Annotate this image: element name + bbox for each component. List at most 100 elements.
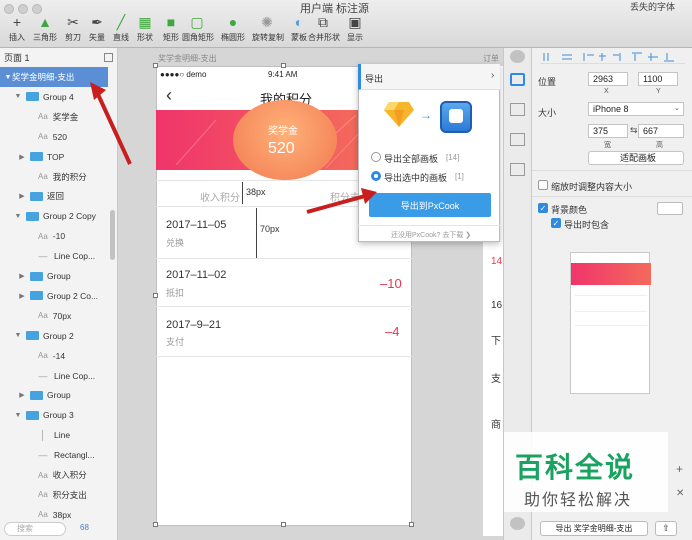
layer-row[interactable]: Aa -10 — [0, 226, 108, 246]
resize-handle-bc[interactable] — [281, 522, 286, 527]
arrow-right-icon: → — [420, 108, 432, 122]
radio-export-selected[interactable] — [371, 171, 381, 181]
remove-icon[interactable]: ✕ — [676, 488, 684, 499]
layers-scrollbar[interactable] — [110, 210, 115, 260]
device-select[interactable]: iPhone 8 — [588, 102, 684, 116]
collapse-triangle-icon[interactable]: ▼ — [14, 412, 22, 419]
measure-70px: 70px — [260, 224, 280, 234]
collapse-triangle-icon[interactable]: ▼ — [14, 332, 22, 339]
lock-ratio-icon[interactable]: ⇆ — [630, 125, 638, 136]
artboard-preview — [570, 252, 651, 394]
collapse-triangle-icon[interactable]: ▼ — [4, 74, 12, 81]
layer-row[interactable]: ▶ Group — [0, 385, 108, 405]
expand-triangle-icon[interactable]: ▶ — [18, 153, 26, 161]
chevron-right-icon[interactable]: › — [491, 70, 494, 81]
radio-export-selected-label[interactable]: 导出选中的画板 — [384, 171, 447, 184]
resize-handle-br[interactable] — [409, 522, 414, 527]
info-icon[interactable] — [510, 517, 525, 530]
expand-triangle-icon[interactable]: ▶ — [18, 192, 26, 200]
missing-fonts-warning[interactable]: 丢失的字体 — [630, 0, 675, 13]
symbols-panel-icon[interactable] — [510, 133, 525, 146]
properties-panel-icon[interactable] — [510, 103, 525, 116]
folder-icon — [26, 331, 39, 341]
y-input[interactable]: 1100 — [638, 72, 678, 86]
pxcook-icon — [440, 101, 472, 133]
device-dropdown-chevron-icon[interactable]: ⌄ — [674, 104, 680, 112]
include-export-checkbox[interactable]: ✓ — [551, 218, 561, 228]
width-input[interactable]: 375 — [588, 124, 628, 138]
collapse-triangle-icon[interactable]: ▼ — [14, 93, 22, 100]
toolbar-label: 插入 — [9, 33, 25, 42]
download-pxcook-link[interactable]: 还没用PxCook? 去下载 ❯ — [391, 230, 471, 240]
layer-row[interactable]: ▶ Group — [0, 266, 108, 286]
pxcook-plugin-icon[interactable] — [510, 50, 525, 63]
align-icons[interactable] — [540, 52, 685, 62]
background-color-swatch[interactable] — [657, 202, 683, 215]
row-2-type: 抵扣 — [166, 288, 185, 298]
resize-handle-tc[interactable] — [281, 63, 286, 68]
expand-triangle-icon[interactable]: ▶ — [18, 292, 26, 300]
background-color-checkbox[interactable]: ✓ — [538, 203, 548, 213]
radio-export-all[interactable] — [371, 152, 381, 162]
toolbar-rounded-rectangle-button[interactable]: ▢ 圆角矩形 — [182, 14, 214, 43]
layer-row[interactable]: ▼ Group 2 Copy — [0, 206, 108, 226]
expand-triangle-icon[interactable]: ▶ — [18, 391, 26, 399]
layer-row[interactable]: ▼ Group 2 — [0, 326, 108, 346]
close-window-button[interactable] — [4, 4, 14, 14]
right-artboard-label[interactable]: 订单 — [483, 53, 499, 64]
rotate-copy-icon: ✺ — [261, 13, 273, 30]
artboard-label[interactable]: 奖学金明细-支出 — [158, 53, 217, 64]
toolbar-triangle-button[interactable]: ▲ 三角形 — [30, 14, 60, 43]
layer-row[interactable]: Aa 积分支出 — [0, 485, 108, 505]
layer-label: Group 4 — [43, 91, 74, 102]
resize-content-checkbox[interactable] — [538, 180, 548, 190]
layer-row[interactable]: │ Line — [0, 425, 108, 445]
add-icon[interactable]: + — [676, 462, 683, 476]
grid-panel-icon[interactable] — [510, 163, 525, 176]
expand-triangle-icon[interactable]: ▶ — [18, 272, 26, 280]
resize-handle-tl[interactable] — [153, 63, 158, 68]
export-panel-icon[interactable] — [510, 73, 525, 86]
x-input[interactable]: 2963 — [588, 72, 628, 86]
height-input[interactable]: 667 — [638, 124, 684, 138]
toolbar-combine-shapes-button[interactable]: ⧉ 合并形状 — [308, 14, 340, 43]
layer-row[interactable]: — Line Cop... — [0, 366, 108, 386]
folder-icon — [30, 291, 43, 301]
line-layer-icon: — — [38, 251, 48, 262]
export-artboard-button[interactable]: 导出 奖学金明细-支出 — [540, 521, 648, 536]
layer-row[interactable]: ▶ Group 2 Co... — [0, 286, 108, 306]
layer-row[interactable]: ▼ Group 3 — [0, 405, 108, 425]
layer-row[interactable]: Aa 我的积分 — [0, 167, 108, 187]
right-artboard-text-3: 下 — [491, 336, 501, 347]
fit-artboard-button[interactable]: 适配画板 — [588, 151, 684, 165]
page-selector[interactable]: 页面 1 — [4, 51, 30, 64]
layer-row[interactable]: — Line Cop... — [0, 246, 108, 266]
vector-pen-icon: ✒ — [91, 13, 103, 30]
radio-export-all-label[interactable]: 导出全部画板 — [384, 152, 438, 165]
layer-row[interactable]: — Rectangl... — [0, 445, 108, 465]
layer-row[interactable]: Aa 70px — [0, 306, 108, 326]
alignment-toolbar[interactable] — [540, 52, 685, 64]
toolbar-rotate-copy-button[interactable]: ✺ 旋转复制 — [252, 13, 284, 43]
resize-handle-ml[interactable] — [153, 293, 158, 298]
banner-value: 520 — [268, 140, 295, 157]
folder-icon — [30, 152, 43, 162]
layer-row[interactable]: Aa -14 — [0, 346, 108, 366]
toolbar-view-button[interactable]: ▣ 显示 — [340, 14, 370, 43]
export-to-pxcook-button[interactable]: 导出到PxCook — [369, 193, 491, 217]
minimize-window-button[interactable] — [18, 4, 28, 14]
text-layer-icon: Aa — [38, 470, 48, 480]
resize-handle-bl[interactable] — [153, 522, 158, 527]
collapse-triangle-icon[interactable]: ▼ — [14, 213, 22, 220]
toolbar-plus-button[interactable]: + 插入 — [2, 14, 32, 43]
text-layer-icon: Aa — [38, 112, 48, 122]
layer-row[interactable]: Aa 收入积分 — [0, 465, 108, 485]
zoom-window-button[interactable] — [32, 4, 42, 14]
layer-row[interactable]: ▶ 返回 — [0, 186, 108, 206]
toolbar-ellipse-button[interactable]: ● 椭圆形 — [218, 14, 248, 43]
page-options-icon[interactable] — [104, 53, 113, 62]
share-icon[interactable]: ⇧ — [655, 521, 677, 536]
layer-search-input[interactable]: 搜索 — [4, 522, 66, 536]
text-layer-icon: Aa — [38, 172, 48, 181]
layer-label: 奖学金 — [52, 111, 79, 122]
